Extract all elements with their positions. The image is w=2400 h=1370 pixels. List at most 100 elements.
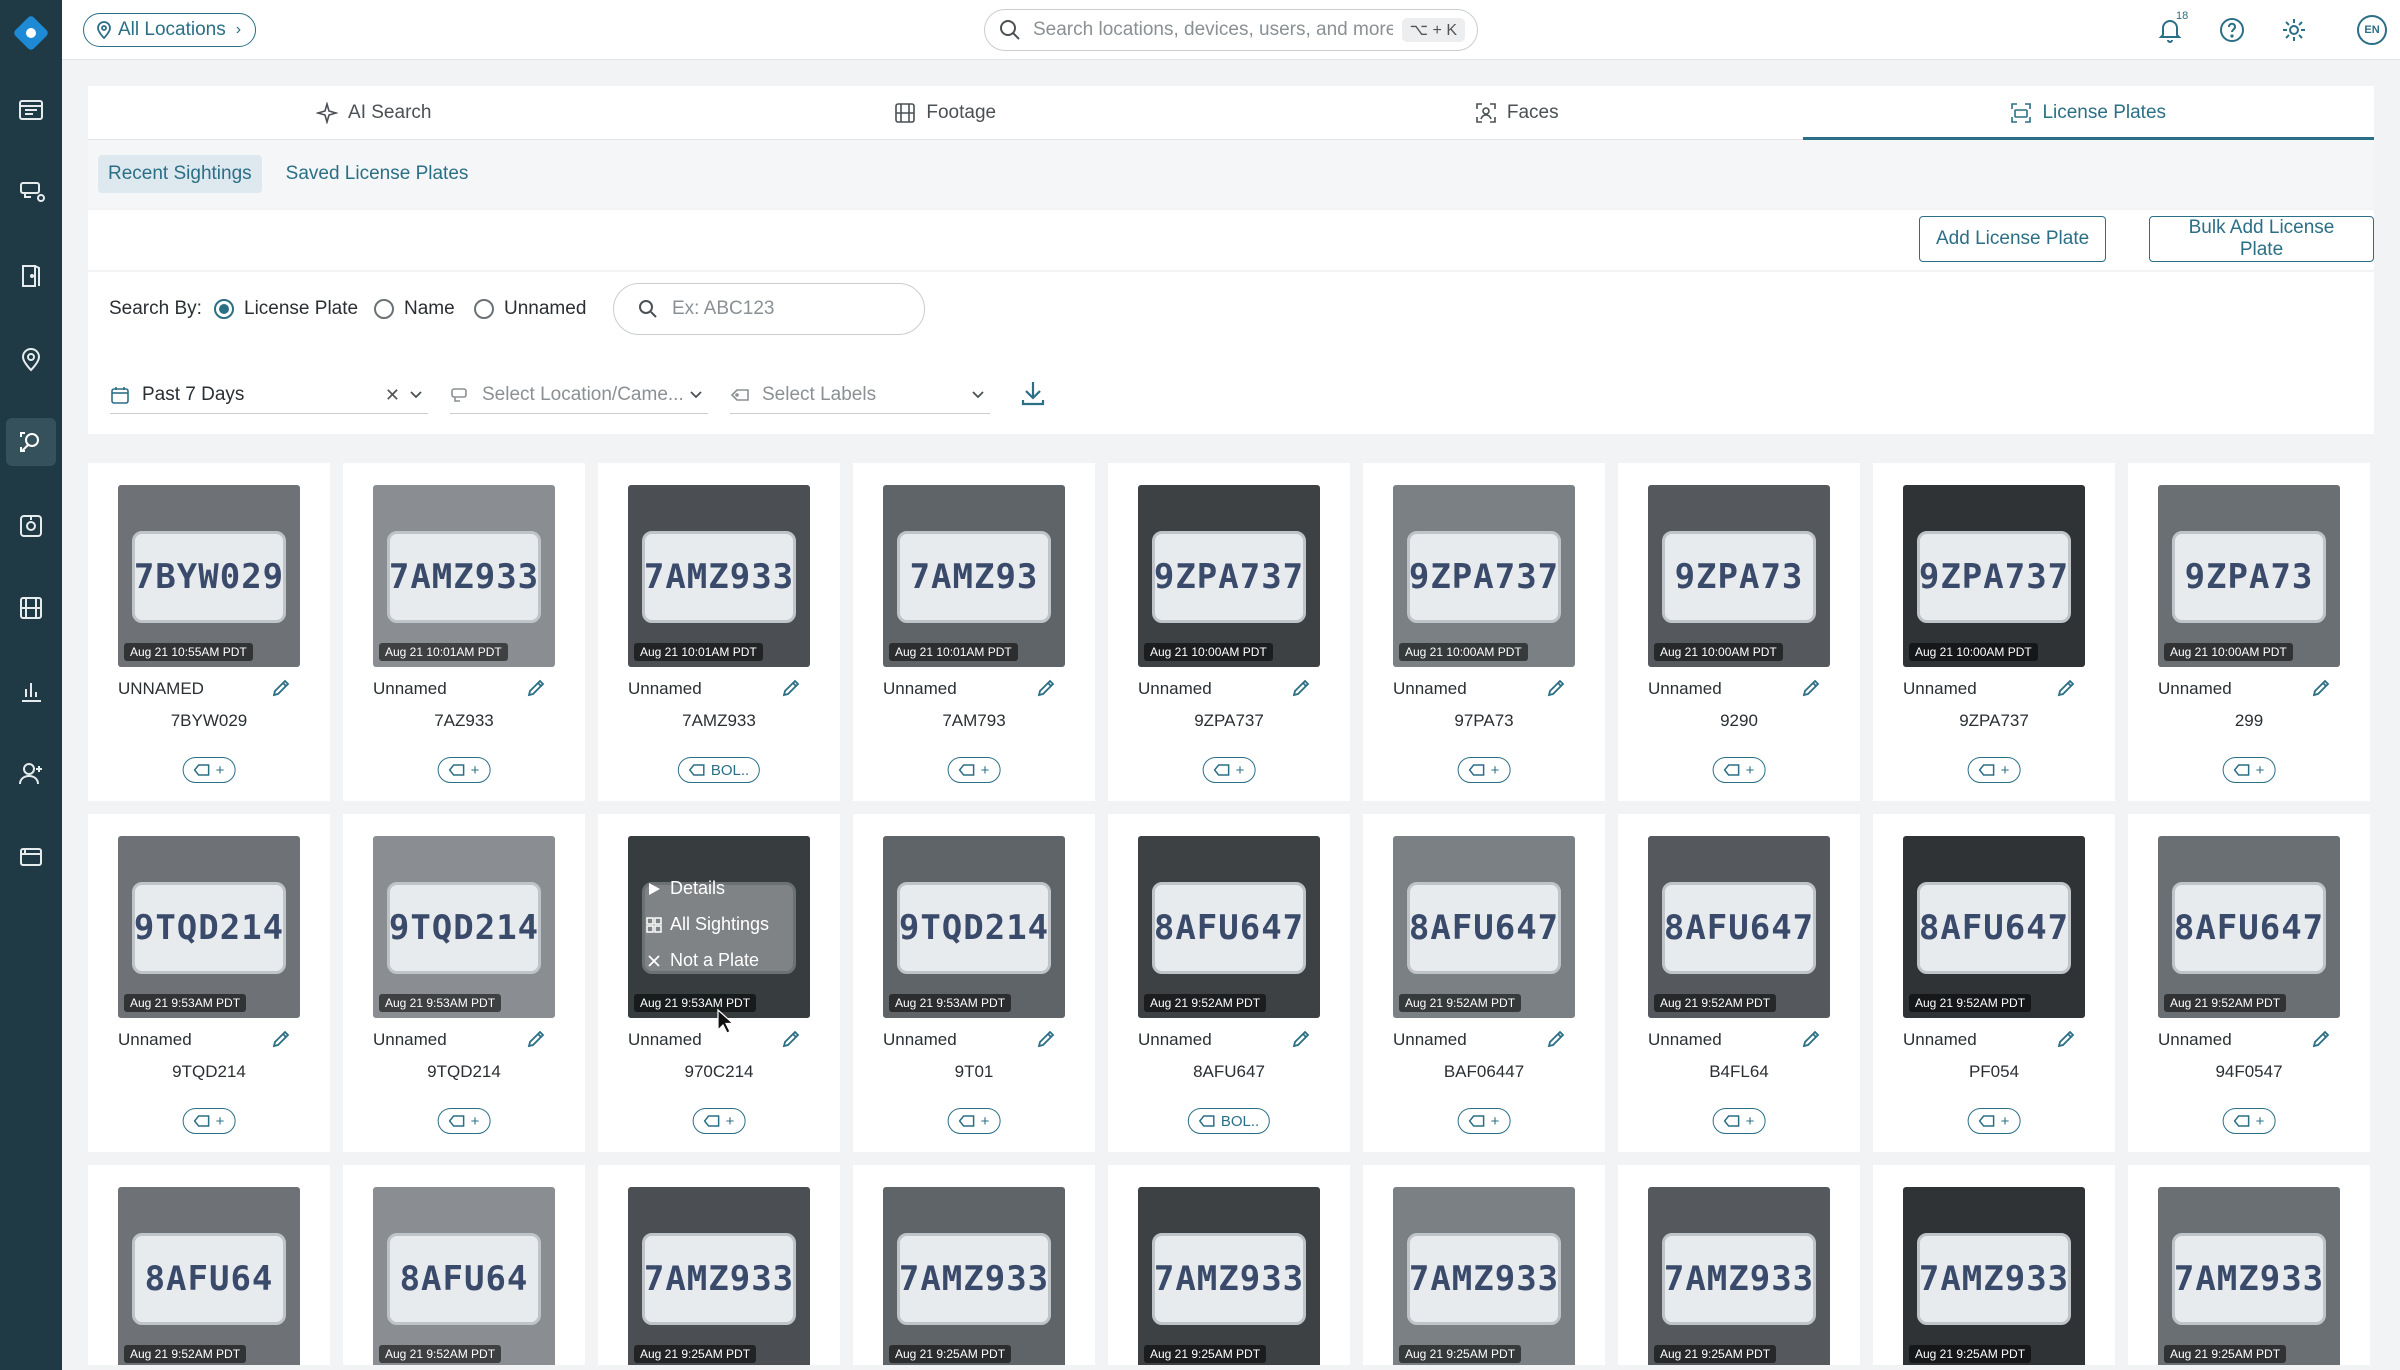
global-search-input[interactable] bbox=[1033, 19, 1393, 41]
settings-button[interactable] bbox=[2278, 14, 2310, 46]
location-selector[interactable]: All Locations › bbox=[83, 13, 257, 47]
sighting-card[interactable]: 8AFU647 Aug 21 9:52AM PDT Unnamed B4FL64 + bbox=[1618, 814, 1860, 1152]
menu-all-sightings[interactable]: All Sightings bbox=[646, 914, 769, 935]
sighting-card[interactable]: 9ZPA73 Aug 21 10:00AM PDT Unnamed 9290 + bbox=[1618, 463, 1860, 801]
sighting-card[interactable]: 7AMZ93 Aug 21 10:01AM PDT Unnamed 7AM793 + bbox=[853, 463, 1095, 801]
sighting-card[interactable]: 8AFU647 Aug 21 9:52AM PDT Unnamed PF054 + bbox=[1873, 814, 2115, 1152]
tab-license-plates[interactable]: License Plates bbox=[1802, 86, 2375, 140]
sighting-card[interactable]: 8AFU647 Aug 21 9:52AM PDT Unnamed BAF06447 + bbox=[1363, 814, 1605, 1152]
plate-thumbnail[interactable]: 7AMZ933 Aug 21 9:25AM PDT bbox=[1138, 1187, 1320, 1365]
plate-thumbnail[interactable]: 7AMZ933 Aug 21 10:01AM PDT bbox=[628, 485, 810, 667]
download-icon[interactable] bbox=[1018, 378, 1048, 408]
edit-pencil-icon[interactable] bbox=[2055, 677, 2077, 699]
menu-details[interactable]: Details bbox=[646, 878, 725, 899]
plate-thumbnail[interactable]: 9TQD214 Aug 21 9:53AM PDT bbox=[883, 836, 1065, 1018]
edit-pencil-icon[interactable] bbox=[1545, 677, 1567, 699]
add-label-button[interactable]: + bbox=[947, 757, 1001, 783]
clear-icon[interactable]: ✕ bbox=[385, 385, 400, 406]
plate-thumbnail[interactable]: 8AFU64 Aug 21 9:52AM PDT bbox=[118, 1187, 300, 1365]
tab-footage[interactable]: Footage bbox=[660, 86, 1232, 139]
global-search[interactable]: ⌥ + K bbox=[984, 9, 1478, 51]
edit-pencil-icon[interactable] bbox=[780, 677, 802, 699]
add-label-button[interactable]: + bbox=[1202, 757, 1256, 783]
add-label-button[interactable]: + bbox=[182, 757, 236, 783]
menu-not-a-plate[interactable]: Not a Plate bbox=[646, 950, 759, 971]
sighting-card[interactable]: 7AMZ933 Aug 21 9:25AM PDT bbox=[1873, 1165, 2115, 1365]
help-button[interactable] bbox=[2216, 14, 2248, 46]
labels-select[interactable]: Select Labels bbox=[730, 376, 990, 414]
add-label-button[interactable]: + bbox=[1967, 757, 2021, 783]
add-label-button[interactable]: + bbox=[182, 1108, 236, 1134]
add-label-button[interactable]: + bbox=[1457, 1108, 1511, 1134]
sighting-card[interactable]: 7AMZ933 Aug 21 9:25AM PDT bbox=[1108, 1165, 1350, 1365]
edit-pencil-icon[interactable] bbox=[1035, 677, 1057, 699]
plate-thumbnail[interactable]: 8AFU64 Aug 21 9:52AM PDT bbox=[373, 1187, 555, 1365]
sighting-card[interactable]: 9TQD214 Aug 21 9:53AM PDT Unnamed 9T01 + bbox=[853, 814, 1095, 1152]
sighting-card[interactable]: 7AMZ933 Aug 21 9:25AM PDT bbox=[1363, 1165, 1605, 1365]
plate-thumbnail[interactable]: 9ZPA737 Aug 21 10:00AM PDT bbox=[1138, 485, 1320, 667]
edit-pencil-icon[interactable] bbox=[780, 1028, 802, 1050]
plate-thumbnail[interactable]: 7AMZ933 Aug 21 9:25AM PDT bbox=[628, 1187, 810, 1365]
sighting-card[interactable]: 8AFU647 Aug 21 9:52AM PDT Unnamed 8AFU647 BO… bbox=[1108, 814, 1350, 1152]
plate-thumbnail[interactable]: 9ZPA73 Aug 21 10:00AM PDT bbox=[1648, 485, 1830, 667]
add-label-button[interactable]: + bbox=[1457, 757, 1511, 783]
plate-thumbnail[interactable]: 7AMZ93 Aug 21 10:01AM PDT bbox=[883, 485, 1065, 667]
add-label-button[interactable]: BOL.. bbox=[677, 757, 761, 783]
nav-devices-icon[interactable] bbox=[0, 164, 62, 220]
radio-name[interactable]: Name bbox=[374, 298, 455, 320]
language-button[interactable]: EN bbox=[2357, 15, 2387, 45]
plate-thumbnail[interactable]: 8AFU647 Aug 21 9:52AM PDT bbox=[2158, 836, 2340, 1018]
plate-thumbnail[interactable]: 7BYW029 Aug 21 10:55AM PDT bbox=[118, 485, 300, 667]
plate-thumbnail[interactable]: 9TQD214 Aug 21 9:53AM PDT bbox=[373, 836, 555, 1018]
nav-access-icon[interactable] bbox=[0, 248, 62, 304]
add-label-button[interactable]: BOL.. bbox=[1187, 1108, 1271, 1134]
sighting-card[interactable]: 7AMZ933 Aug 21 10:01AM PDT Unnamed 7AZ933 + bbox=[343, 463, 585, 801]
sighting-card[interactable]: 7AMZ933 Aug 21 9:25AM PDT bbox=[2128, 1165, 2370, 1365]
plate-thumbnail[interactable]: 7AMZ933 Aug 21 10:01AM PDT bbox=[373, 485, 555, 667]
plate-thumbnail[interactable]: 8AFU647 Aug 21 9:52AM PDT bbox=[1648, 836, 1830, 1018]
add-label-button[interactable]: + bbox=[437, 1108, 491, 1134]
plate-thumbnail[interactable]: 8AFU647 Aug 21 9:52AM PDT bbox=[1903, 836, 2085, 1018]
sighting-card[interactable]: 9TQD214 Aug 21 9:53AM PDT Unnamed 9TQD214 + bbox=[343, 814, 585, 1152]
plate-search-input[interactable] bbox=[672, 298, 902, 320]
edit-pencil-icon[interactable] bbox=[525, 677, 547, 699]
sighting-card[interactable]: 9ZPA737 Aug 21 10:00AM PDT Unnamed 97PA73 + bbox=[1363, 463, 1605, 801]
radio-unnamed[interactable]: Unnamed bbox=[474, 298, 586, 320]
nav-search-icon[interactable] bbox=[0, 414, 62, 470]
sighting-card[interactable]: 7AMZ933 Aug 21 9:25AM PDT bbox=[1618, 1165, 1860, 1365]
edit-pencil-icon[interactable] bbox=[1035, 1028, 1057, 1050]
date-range-select[interactable]: Past 7 Days ✕ bbox=[110, 376, 428, 414]
plate-search-field[interactable] bbox=[613, 283, 925, 335]
nav-alarms-icon[interactable] bbox=[0, 498, 62, 554]
add-label-button[interactable]: + bbox=[947, 1108, 1001, 1134]
plate-thumbnail[interactable]: 7AMZ933 Aug 21 9:25AM PDT bbox=[1648, 1187, 1830, 1365]
plate-thumbnail[interactable]: 9ZPA73 Aug 21 10:00AM PDT bbox=[2158, 485, 2340, 667]
edit-pencil-icon[interactable] bbox=[1545, 1028, 1567, 1050]
plate-thumbnail[interactable]: 9TQD214 Aug 21 9:53AM PDT bbox=[118, 836, 300, 1018]
nav-dashboard-icon[interactable] bbox=[0, 82, 62, 138]
sighting-card[interactable]: 9ZPA73 Aug 21 10:00AM PDT Unnamed 299 + bbox=[2128, 463, 2370, 801]
app-logo[interactable] bbox=[10, 12, 52, 54]
bulk-add-license-plate-button[interactable]: Bulk Add License Plate bbox=[2149, 216, 2374, 262]
sighting-card[interactable]: Details All Sightings Not a Plate Aug 21 9:… bbox=[598, 814, 840, 1152]
add-label-button[interactable]: + bbox=[2222, 1108, 2276, 1134]
edit-pencil-icon[interactable] bbox=[2310, 677, 2332, 699]
sighting-card[interactable]: 8AFU64 Aug 21 9:52AM PDT bbox=[343, 1165, 585, 1365]
plate-thumbnail[interactable]: 8AFU647 Aug 21 9:52AM PDT bbox=[1138, 836, 1320, 1018]
edit-pencil-icon[interactable] bbox=[270, 1028, 292, 1050]
sighting-card[interactable]: 9TQD214 Aug 21 9:53AM PDT Unnamed 9TQD214 + bbox=[88, 814, 330, 1152]
tab-faces[interactable]: Faces bbox=[1231, 86, 1803, 139]
tab-ai-search[interactable]: AI Search bbox=[88, 86, 660, 139]
sighting-card[interactable]: 7AMZ933 Aug 21 9:25AM PDT bbox=[598, 1165, 840, 1365]
sighting-card[interactable]: 8AFU647 Aug 21 9:52AM PDT Unnamed 94F0547 + bbox=[2128, 814, 2370, 1152]
plate-thumbnail[interactable]: 7AMZ933 Aug 21 9:25AM PDT bbox=[883, 1187, 1065, 1365]
add-license-plate-button[interactable]: Add License Plate bbox=[1919, 216, 2107, 262]
add-label-button[interactable]: + bbox=[1712, 757, 1766, 783]
edit-pencil-icon[interactable] bbox=[2055, 1028, 2077, 1050]
add-label-button[interactable]: + bbox=[692, 1108, 746, 1134]
plate-thumbnail[interactable]: 7AMZ933 Aug 21 9:25AM PDT bbox=[1903, 1187, 2085, 1365]
add-label-button[interactable]: + bbox=[1967, 1108, 2021, 1134]
add-label-button[interactable]: + bbox=[437, 757, 491, 783]
sighting-card[interactable]: 7AMZ933 Aug 21 10:01AM PDT Unnamed 7AMZ933 B… bbox=[598, 463, 840, 801]
plate-thumbnail[interactable]: 9ZPA737 Aug 21 10:00AM PDT bbox=[1393, 485, 1575, 667]
